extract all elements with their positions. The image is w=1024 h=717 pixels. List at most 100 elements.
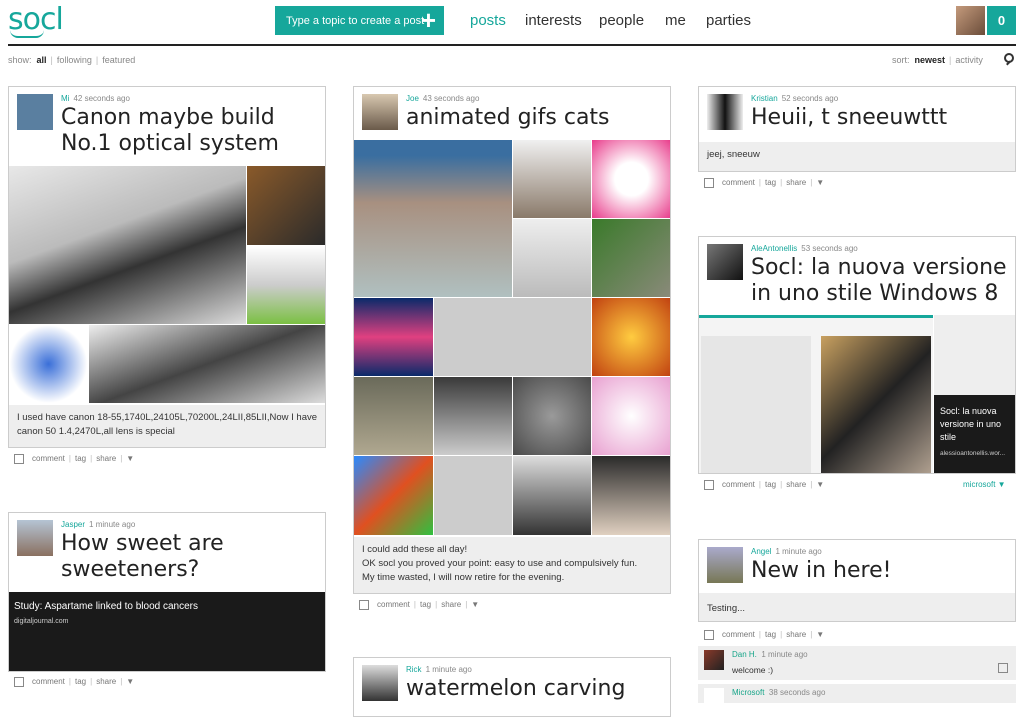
cat-gif[interactable]	[513, 219, 591, 297]
comment-icon[interactable]	[359, 600, 369, 610]
camera-photo[interactable]	[9, 166, 246, 324]
header-divider	[8, 44, 1016, 46]
create-post-button[interactable]: Type a topic to create a post +	[275, 6, 444, 35]
avatar[interactable]	[17, 520, 53, 556]
author-name[interactable]: Angel	[751, 547, 771, 556]
comment-link[interactable]: comment	[722, 480, 755, 489]
comment-icon[interactable]	[704, 630, 714, 640]
more-menu-icon[interactable]: ▼	[816, 630, 824, 639]
cat-gif[interactable]	[434, 377, 512, 455]
comment-icon[interactable]	[704, 480, 714, 490]
more-menu-icon[interactable]: ▼	[126, 454, 134, 463]
share-link[interactable]: share	[786, 178, 806, 187]
more-menu-icon[interactable]: ▼	[126, 677, 134, 686]
share-link[interactable]: share	[786, 630, 806, 639]
avatar[interactable]	[362, 94, 398, 130]
more-menu-icon[interactable]: ▼	[816, 178, 824, 187]
comment-meta: Microsoft 38 seconds ago	[732, 688, 825, 697]
comment-avatar[interactable]	[704, 688, 724, 703]
post-title[interactable]: animated gifs cats	[406, 105, 610, 131]
post-title[interactable]: New in here!	[751, 558, 891, 584]
post-actions: comment | tag | share | ▼	[14, 677, 134, 687]
cat-gif[interactable]	[592, 219, 670, 297]
lens-caps-photo[interactable]	[89, 325, 325, 403]
sort-activity[interactable]: activity	[955, 55, 983, 65]
nav-parties[interactable]: parties	[706, 12, 751, 29]
share-link[interactable]: share	[96, 677, 116, 686]
more-menu-icon[interactable]: ▼	[471, 600, 479, 609]
tag-link[interactable]: tag	[765, 630, 776, 639]
link-preview[interactable]: Study: Aspartame linked to blood cancers…	[9, 592, 325, 671]
post-title[interactable]: Socl: la nuova versione in uno stile Win…	[751, 255, 1013, 307]
avatar[interactable]	[17, 94, 53, 130]
comment-icon[interactable]	[14, 454, 24, 464]
author-name[interactable]: Joe	[406, 94, 419, 103]
nav-people[interactable]: people	[599, 12, 644, 29]
author-name[interactable]: Mi	[61, 94, 69, 103]
cat-gif[interactable]	[513, 377, 591, 455]
more-menu-icon[interactable]: ▼	[816, 480, 824, 489]
avatar[interactable]	[362, 665, 398, 701]
cat-gif[interactable]	[513, 140, 591, 218]
cat-gif[interactable]	[354, 377, 433, 455]
lens-photo[interactable]	[247, 246, 325, 324]
comment-avatar[interactable]	[704, 650, 724, 670]
comment-link[interactable]: comment	[722, 178, 755, 187]
nav-interests[interactable]: interests	[525, 12, 582, 29]
source-label[interactable]: microsoft ▼	[963, 480, 1006, 489]
avatar[interactable]	[707, 547, 743, 583]
filter-following[interactable]: following	[57, 55, 92, 65]
comment-link[interactable]: comment	[32, 454, 65, 463]
avatar[interactable]	[707, 94, 743, 130]
cat-gif[interactable]	[592, 140, 670, 218]
post-actions: comment | tag | share | ▼	[359, 600, 479, 610]
post-title[interactable]: Canon maybe build No.1 optical system	[61, 105, 321, 157]
tag-link[interactable]: tag	[765, 178, 776, 187]
screenshot-preview[interactable]	[699, 315, 933, 473]
post-actions: comment | tag | share | ▼	[704, 480, 824, 490]
author-name[interactable]: AleAntonellis	[751, 244, 797, 253]
tag-link[interactable]: tag	[765, 480, 776, 489]
notification-count[interactable]: 0	[987, 6, 1016, 35]
search-icon[interactable]	[1004, 53, 1014, 63]
share-link[interactable]: share	[786, 480, 806, 489]
tag-link[interactable]: tag	[75, 454, 86, 463]
post-title[interactable]: Heuii, t sneeuwttt	[751, 105, 947, 131]
author-name[interactable]: Jasper	[61, 520, 85, 529]
author-name[interactable]: Rick	[406, 665, 422, 674]
tag-link[interactable]: tag	[420, 600, 431, 609]
comment-link[interactable]: comment	[377, 600, 410, 609]
nav-posts[interactable]: posts	[470, 12, 506, 29]
cat-gif[interactable]	[354, 140, 512, 297]
camera-photo[interactable]	[247, 166, 325, 245]
nav-me[interactable]: me	[665, 12, 686, 29]
sort-newest[interactable]: newest	[915, 55, 946, 65]
comment-link[interactable]: comment	[722, 630, 755, 639]
lens-diagram[interactable]	[9, 325, 88, 403]
cat-gif[interactable]	[513, 456, 591, 535]
post-title[interactable]: How sweet are sweeteners?	[61, 531, 261, 583]
comment-link[interactable]: comment	[32, 677, 65, 686]
share-link[interactable]: share	[96, 454, 116, 463]
link-preview[interactable]: Socl: la nuova versione in uno stile ale…	[934, 315, 1015, 473]
user-avatar[interactable]	[956, 6, 985, 35]
post-time: 1 minute ago	[89, 520, 136, 529]
reply-icon[interactable]	[998, 663, 1008, 673]
nyan-cat-gif[interactable]	[354, 298, 433, 376]
comment-author[interactable]: Microsoft	[732, 688, 764, 697]
cat-gif[interactable]	[354, 456, 433, 535]
comment-icon[interactable]	[704, 178, 714, 188]
cat-gif[interactable]	[592, 456, 670, 535]
filter-all[interactable]: all	[37, 55, 47, 65]
post-title[interactable]: watermelon carving	[406, 676, 625, 702]
tag-link[interactable]: tag	[75, 677, 86, 686]
cat-gif[interactable]	[592, 377, 670, 455]
post-card-canon: Mi 42 seconds ago Canon maybe build No.1 …	[8, 86, 326, 448]
author-name[interactable]: Kristian	[751, 94, 778, 103]
share-link[interactable]: share	[441, 600, 461, 609]
avatar[interactable]	[707, 244, 743, 280]
filter-featured[interactable]: featured	[102, 55, 135, 65]
comment-author[interactable]: Dan H.	[732, 650, 757, 659]
cat-gif[interactable]	[592, 298, 670, 376]
comment-icon[interactable]	[14, 677, 24, 687]
